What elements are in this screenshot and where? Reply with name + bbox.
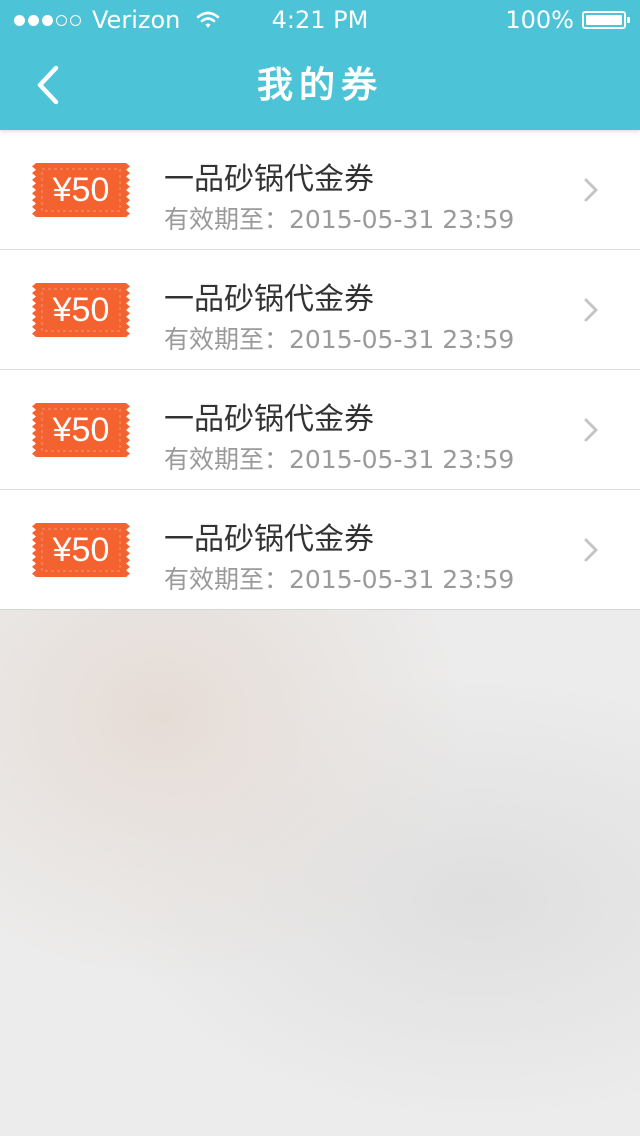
coupon-ticket-icon: ¥50 xyxy=(32,163,130,217)
battery-icon xyxy=(582,11,630,29)
navigation-bar: 我的券 xyxy=(0,40,640,130)
page-title: 我的券 xyxy=(256,64,383,106)
coupon-amount: ¥50 xyxy=(52,531,110,569)
coupon-name: 一品砂锅代金券 xyxy=(164,402,374,437)
top-bar: Verizon 4:21 PM 100% 我的券 xyxy=(0,0,640,130)
coupon-amount: ¥50 xyxy=(52,291,110,329)
coupon-expiry: 有效期至：2015-05-31 23:59 xyxy=(164,205,515,234)
chevron-right-icon xyxy=(584,418,598,442)
coupon-amount: ¥50 xyxy=(52,411,110,449)
coupon-name: 一品砂锅代金券 xyxy=(164,162,374,197)
battery-percent: 100% xyxy=(505,6,574,34)
chevron-right-icon xyxy=(584,298,598,322)
coupon-name: 一品砂锅代金券 xyxy=(164,282,374,317)
coupon-row[interactable]: ¥50 一品砂锅代金券有效期至：2015-05-31 23:59 xyxy=(0,370,640,490)
coupon-expiry: 有效期至：2015-05-31 23:59 xyxy=(164,445,515,474)
coupon-expiry: 有效期至：2015-05-31 23:59 xyxy=(164,325,515,354)
battery-group: 100% xyxy=(505,0,630,40)
coupon-ticket-icon: ¥50 xyxy=(32,283,130,337)
chevron-right-icon xyxy=(584,178,598,202)
coupon-row[interactable]: ¥50 一品砂锅代金券有效期至：2015-05-31 23:59 xyxy=(0,250,640,370)
coupon-ticket-icon: ¥50 xyxy=(32,403,130,457)
status-bar: Verizon 4:21 PM 100% xyxy=(0,0,640,40)
coupon-row[interactable]: ¥50 一品砂锅代金券有效期至：2015-05-31 23:59 xyxy=(0,130,640,250)
background-area xyxy=(0,610,640,1136)
coupon-expiry: 有效期至：2015-05-31 23:59 xyxy=(164,565,515,594)
coupon-name: 一品砂锅代金券 xyxy=(164,522,374,557)
coupon-list: ¥50 一品砂锅代金券 有效期至：2015-05-31 23:59 ¥50 一品砂锅代金… xyxy=(0,130,640,610)
coupon-row[interactable]: ¥50 一品砂锅代金券有效期至：2015-05-31 23:59 xyxy=(0,490,640,609)
coupon-ticket-icon: ¥50 xyxy=(32,523,130,577)
coupon-amount: ¥50 xyxy=(52,171,110,209)
chevron-right-icon xyxy=(584,538,598,562)
